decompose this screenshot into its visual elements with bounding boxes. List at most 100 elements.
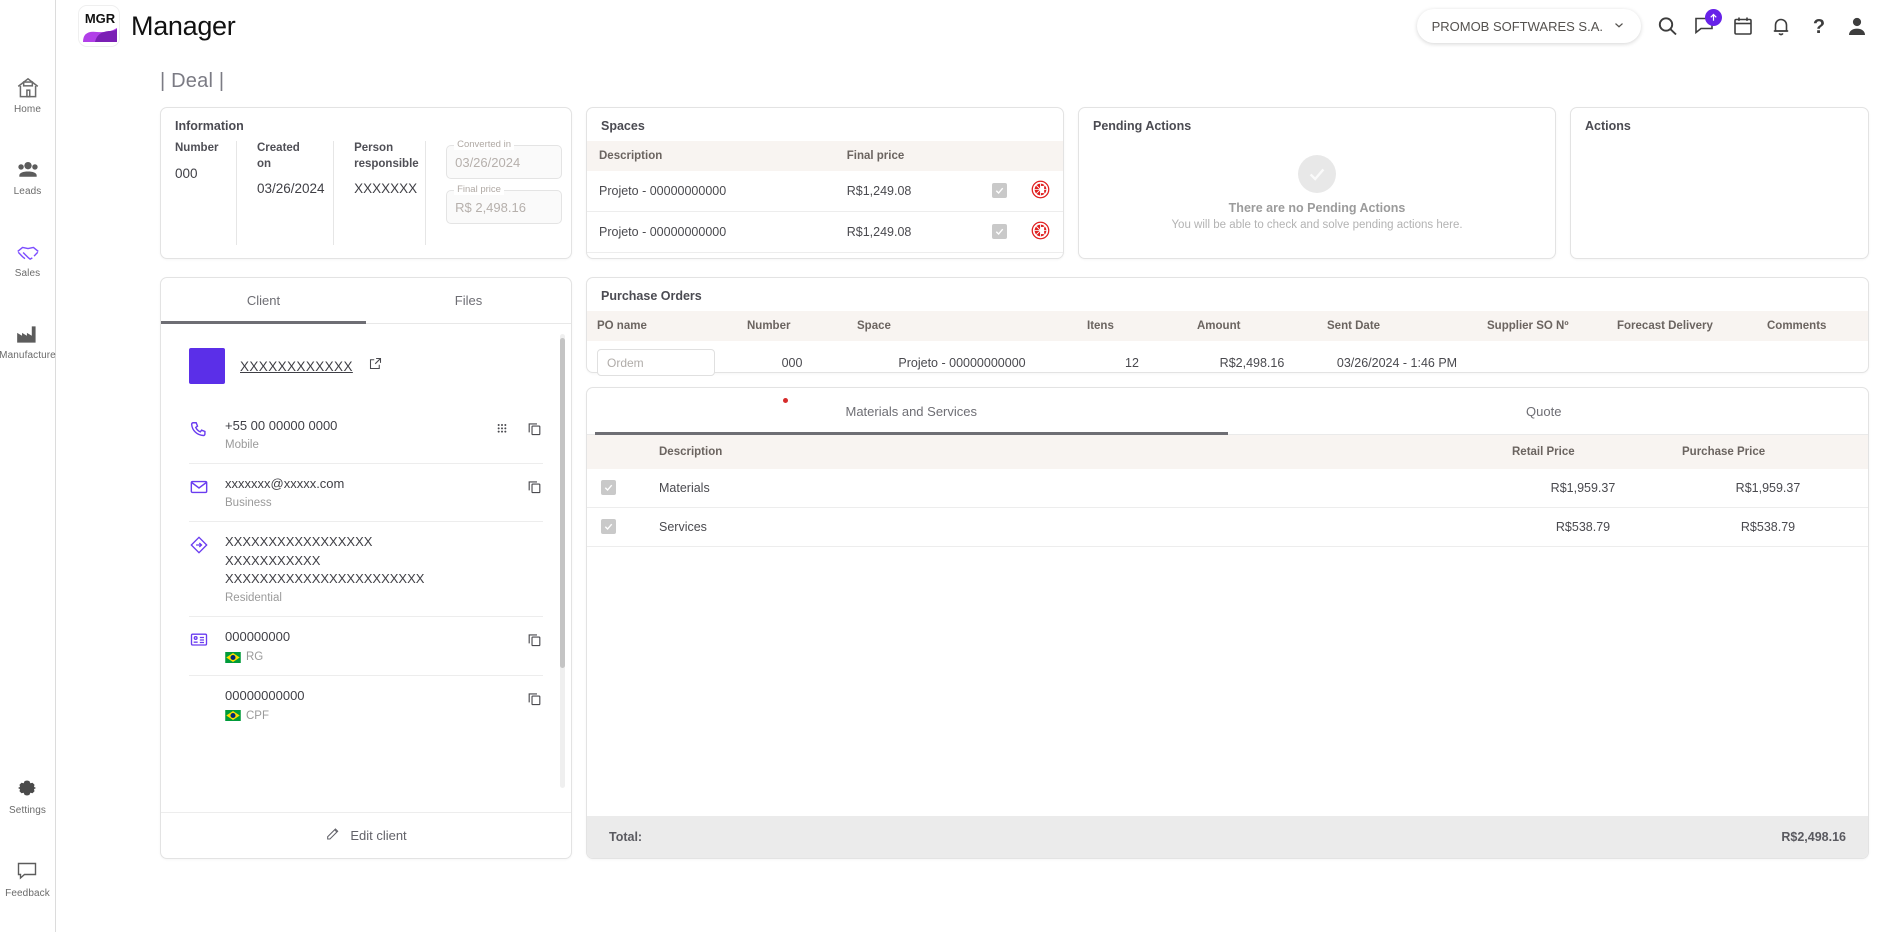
open-external-icon[interactable] xyxy=(368,356,383,376)
client-tabs: Client Files xyxy=(161,278,571,324)
tab-client[interactable]: Client xyxy=(161,278,366,324)
tab-files[interactable]: Files xyxy=(366,278,571,324)
info-readonly-fields: Converted in 03/26/2024 Final price R$ 2… xyxy=(446,139,563,245)
sidebar: Home Leads Sales Manufacture Settings Fe… xyxy=(0,0,56,932)
document-rg-row: 000000000 RG xyxy=(189,617,543,677)
purchase-orders-card: Purchase Orders PO name Number Space Ite… xyxy=(586,277,1869,376)
app-logo[interactable]: MGR Manager xyxy=(78,5,236,47)
check-circle-icon xyxy=(1298,155,1336,193)
search-icon[interactable] xyxy=(1655,14,1679,38)
tab-quote[interactable]: Quote xyxy=(1228,388,1861,435)
table-row[interactable]: Projeto - 00000000000 R$1,249.08 xyxy=(587,171,1063,212)
sidebar-item-manufacture[interactable]: Manufacture xyxy=(0,312,56,370)
converted-in-caption: Converted in xyxy=(454,139,514,150)
sidebar-item-label: Leads xyxy=(13,186,42,197)
promob-viewer-icon[interactable] xyxy=(1031,180,1050,202)
sidebar-item-settings[interactable]: Settings xyxy=(0,767,56,826)
empty-title: There are no Pending Actions xyxy=(1228,201,1406,215)
phone-type: Mobile xyxy=(225,438,259,451)
table-row[interactable]: Services R$538.79 R$538.79 xyxy=(587,507,1868,547)
table-row[interactable]: Projeto - 00000000000 R$1,249.08 xyxy=(587,211,1063,253)
po-col-space: Space xyxy=(857,320,891,332)
converted-in-field: Converted in 03/26/2024 xyxy=(446,139,563,179)
dialpad-icon[interactable] xyxy=(494,421,510,442)
po-forecast-delivery xyxy=(1607,341,1757,384)
handshake-icon xyxy=(15,239,41,265)
avatar-icon[interactable] xyxy=(1845,14,1869,38)
bell-icon[interactable] xyxy=(1769,14,1793,38)
cpf-value: 00000000000 xyxy=(225,688,305,704)
address-line-3: XXXXXXXXXXXXXXXXXXXXXXX xyxy=(225,571,425,587)
space-description: Projeto - 00000000000 xyxy=(587,211,835,253)
cpf-type: CPF xyxy=(246,709,269,722)
address-line-2: XXXXXXXXXXX xyxy=(225,552,321,568)
help-icon[interactable]: ? xyxy=(1807,14,1831,38)
brazil-flag-icon xyxy=(225,710,241,722)
purchase-orders-title: Purchase Orders xyxy=(601,289,702,303)
rg-value: 000000000 xyxy=(225,629,291,645)
chat-upload-icon[interactable] xyxy=(1693,9,1722,38)
address-row: XXXXXXXXXXXXXXXXX XXXXXXXXXXX XXXXXXXXXX… xyxy=(189,522,543,618)
edit-client-button[interactable]: Edit client xyxy=(161,812,571,858)
client-name[interactable]: XXXXXXXXXXXX xyxy=(240,359,353,374)
materials-tabs: Materials and Services Quote xyxy=(587,388,1868,435)
logo-text: MGR xyxy=(85,11,116,26)
svg-text:?: ? xyxy=(1813,16,1825,38)
spaces-col-final-price: Final price xyxy=(846,150,905,162)
calendar-icon[interactable] xyxy=(1731,14,1755,38)
email-info: xxxxxxx@xxxxx.com Business xyxy=(225,475,512,509)
contact-email-row: xxxxxxx@xxxxx.com Business xyxy=(189,464,543,522)
actions-title: Actions xyxy=(1585,119,1631,133)
copy-icon[interactable] xyxy=(526,478,543,500)
spaces-table: Description Final price Projeto - 000000… xyxy=(587,141,1063,253)
purchase-orders-table: PO name Number Space Itens Amount Sent D… xyxy=(587,311,1868,384)
po-comments xyxy=(1757,341,1868,384)
converted-in-value: 03/26/2024 xyxy=(455,154,521,170)
factory-icon xyxy=(15,321,41,347)
po-header-row: PO name Number Space Itens Amount Sent D… xyxy=(587,311,1868,341)
scrollbar-thumb[interactable] xyxy=(560,338,565,668)
pending-actions-card: Pending Actions There are no Pending Act… xyxy=(1078,107,1556,259)
ms-col-purchase-price: Purchase Price xyxy=(1682,446,1766,458)
home-icon xyxy=(15,75,41,101)
sidebar-item-home[interactable]: Home xyxy=(0,66,56,124)
sidebar-item-feedback[interactable]: Feedback xyxy=(0,850,56,908)
tab-materials-and-services[interactable]: Materials and Services xyxy=(595,388,1228,435)
client-scrollbar[interactable] xyxy=(560,334,565,788)
po-name-input[interactable] xyxy=(597,349,715,376)
empty-subtitle: You will be able to check and solve pend… xyxy=(1171,219,1463,231)
address-line-1: XXXXXXXXXXXXXXXXX xyxy=(225,533,373,549)
page-title: | Deal | xyxy=(160,70,225,92)
final-price-field: Final price R$ 2,498.16 xyxy=(446,184,563,224)
rg-actions xyxy=(526,628,543,653)
gear-icon xyxy=(15,776,41,802)
spaces-col-description: Description xyxy=(599,150,663,162)
space-viewer-cell[interactable] xyxy=(1019,171,1063,212)
sidebar-item-leads[interactable]: Leads xyxy=(0,148,56,206)
header-right: PROMOB SOFTWARES S.A. ? xyxy=(1416,9,1869,43)
pending-actions-title: Pending Actions xyxy=(1093,119,1192,133)
space-viewer-cell[interactable] xyxy=(1019,211,1063,253)
email-value: xxxxxxx@xxxxx.com xyxy=(225,475,345,491)
phone-icon xyxy=(189,417,211,444)
po-name-cell[interactable] xyxy=(587,341,737,384)
info-value: XXXXXXX xyxy=(354,181,418,197)
total-label: Total: xyxy=(609,830,643,844)
copy-icon[interactable] xyxy=(526,690,543,712)
sidebar-item-sales[interactable]: Sales xyxy=(0,230,56,288)
table-row[interactable]: Materials R$1,959.37 R$1,959.37 xyxy=(587,469,1868,508)
copy-icon[interactable] xyxy=(526,631,543,653)
info-value: 000 xyxy=(175,165,198,181)
checkbox-disabled xyxy=(992,224,1007,239)
actions-card: Actions xyxy=(1570,107,1869,259)
brazil-flag-icon xyxy=(225,651,241,663)
promob-viewer-icon[interactable] xyxy=(1031,221,1050,243)
copy-icon[interactable] xyxy=(526,420,543,442)
sidebar-item-label: Sales xyxy=(14,268,41,279)
info-value: 03/26/2024 xyxy=(257,181,325,197)
space-description: Projeto - 00000000000 xyxy=(587,171,835,212)
org-selector[interactable]: PROMOB SOFTWARES S.A. xyxy=(1416,9,1641,43)
table-row[interactable]: 000 Projeto - 00000000000 12 R$2,498.16 … xyxy=(587,341,1868,384)
rg-info: 000000000 RG xyxy=(225,628,512,663)
edit-client-label: Edit client xyxy=(350,828,407,843)
